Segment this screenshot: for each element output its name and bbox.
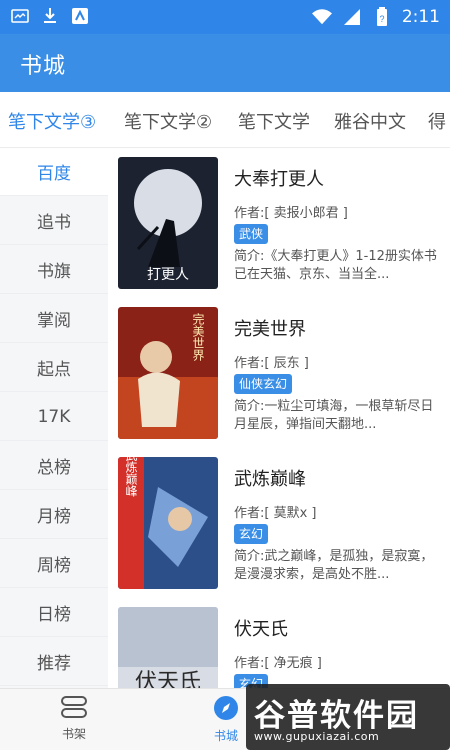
book-item[interactable]: 伏天氏 伏天氏 作者:[ 净无痕 ] 玄幻 (108, 598, 450, 688)
book-cover[interactable]: 打更人 (118, 157, 218, 289)
notification-icon (10, 6, 30, 26)
cover-title: 武炼巅峰 (124, 457, 138, 497)
book-title[interactable]: 大奉打更人 (234, 165, 324, 191)
cover-title: 伏天氏 (135, 670, 201, 688)
nav-bookshelf[interactable]: 书架 (44, 695, 104, 742)
watermark: 谷普软件园 www.gupuxiazai.com (246, 684, 450, 750)
sidebar-item-monthly-rank[interactable]: 月榜 (0, 491, 108, 539)
book-author: 作者:[ 莫默x ] (234, 506, 317, 521)
page-title: 书城 (20, 54, 67, 79)
book-intro: 简介:武之巅峰，是孤独，是寂寞，是漫漫求索，是高处不胜... (234, 549, 434, 582)
book-title[interactable]: 完美世界 (234, 315, 306, 341)
app-bar: 书城 (0, 34, 450, 92)
nav-bookshelf-label: 书架 (61, 727, 86, 741)
sidebar-item-total-rank[interactable]: 总榜 (0, 442, 108, 490)
watermark-logo: 谷普软件园 (254, 698, 419, 734)
tab-source-5[interactable]: 得 (428, 108, 446, 134)
bookshelf-icon (59, 696, 89, 722)
book-title[interactable]: 武炼巅峰 (234, 465, 306, 491)
genre-badge: 玄幻 (234, 524, 269, 544)
sidebar-item-weekly-rank[interactable]: 周榜 (0, 540, 108, 588)
sidebar-item-recommend[interactable]: 推荐 (0, 638, 108, 686)
watermark-url: www.gupuxiazai.com (254, 730, 380, 743)
tab-source-4[interactable]: 雅谷中文 (334, 108, 406, 134)
book-author: 作者:[ 辰东 ] (234, 356, 309, 371)
book-cover[interactable]: 伏天氏 (118, 607, 218, 688)
source-tabs: 笔下文学③ 笔下文学② 笔下文学 雅谷中文 得 (0, 92, 450, 148)
book-item[interactable]: 完美世界 完美世界 作者:[ 辰东 ] 仙侠玄幻 简介:一粒尘可填海，一根草斩尽… (108, 298, 450, 448)
download-icon (40, 6, 60, 26)
book-intro: 简介:一粒尘可填海，一根草斩尽日月星辰，弹指间天翻地... (234, 399, 434, 432)
book-author: 作者:[ 卖报小郎君 ] (234, 206, 348, 221)
genre-badge: 武侠 (234, 224, 269, 244)
book-title[interactable]: 伏天氏 (234, 615, 288, 641)
sidebar-item-zhangyue[interactable]: 掌阅 (0, 295, 108, 343)
sidebar-item-zhuishu[interactable]: 追书 (0, 197, 108, 245)
sidebar-item-shuqi[interactable]: 书旗 (0, 246, 108, 294)
book-list: 打更人 大奉打更人 作者:[ 卖报小郎君 ] 武侠 简介:《大奉打更人》1-12… (108, 148, 450, 688)
tab-source-2[interactable]: 笔下文学② (124, 108, 212, 134)
status-time: 2:11 (401, 7, 440, 27)
book-intro: 简介:《大奉打更人》1-12册实体书已在天猫、京东、当当全... (234, 249, 437, 282)
book-cover[interactable]: 完美世界 (118, 307, 218, 439)
signal-icon (342, 7, 362, 27)
tab-source-3[interactable]: 笔下文学 (238, 108, 310, 134)
wifi-icon (311, 7, 332, 27)
genre-badge: 仙侠玄幻 (234, 374, 293, 394)
compass-icon (213, 696, 239, 724)
svg-text:?: ? (379, 14, 384, 24)
sidebar-item-qidian[interactable]: 起点 (0, 344, 108, 392)
cover-title: 打更人 (147, 266, 189, 283)
book-item[interactable]: 武炼巅峰 武炼巅峰 作者:[ 莫默x ] 玄幻 简介:武之巅峰，是孤独，是寂寞，… (108, 448, 450, 598)
cover-title: 完美世界 (191, 312, 205, 362)
status-bar: ? 2:11 (0, 0, 450, 34)
sidebar-item-daily-rank[interactable]: 日榜 (0, 589, 108, 637)
sidebar-item-17k[interactable]: 17K (0, 393, 108, 441)
category-sidebar: 百度 追书 书旗 掌阅 起点 17K 总榜 月榜 周榜 日榜 推荐 (0, 148, 108, 688)
app-icon (70, 6, 90, 26)
battery-icon: ? (372, 7, 392, 27)
book-author: 作者:[ 净无痕 ] (234, 656, 322, 671)
sidebar-item-baidu[interactable]: 百度 (0, 148, 108, 196)
book-cover[interactable]: 武炼巅峰 (118, 457, 218, 589)
book-item[interactable]: 打更人 大奉打更人 作者:[ 卖报小郎君 ] 武侠 简介:《大奉打更人》1-12… (108, 148, 450, 298)
tab-source-1[interactable]: 笔下文学③ (8, 108, 96, 134)
